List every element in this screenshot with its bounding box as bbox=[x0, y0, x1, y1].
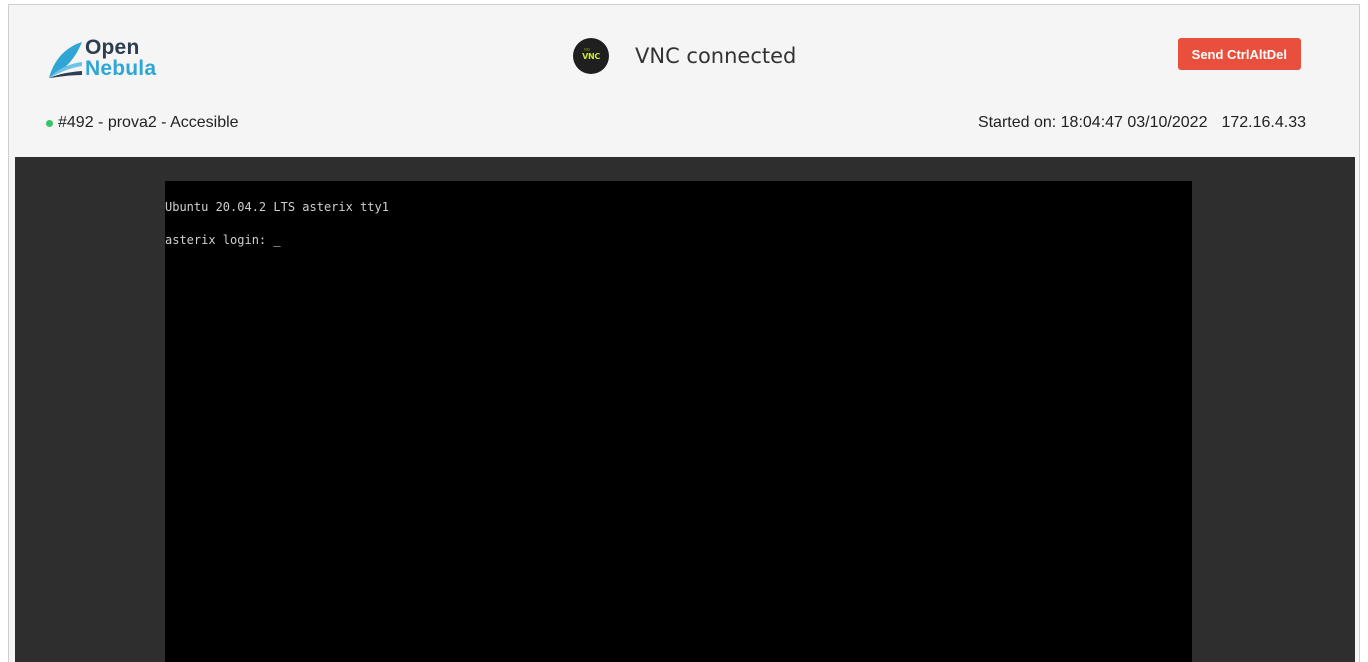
header: Open Nebula no VNC VNC connected Send Ct… bbox=[9, 5, 1359, 157]
vm-ip: 172.16.4.33 bbox=[1221, 114, 1306, 131]
vnc-status: no VNC VNC connected bbox=[573, 37, 796, 75]
terminal-cursor: _ bbox=[273, 233, 281, 247]
opennebula-logo: Open Nebula bbox=[47, 37, 177, 87]
terminal-output: Ubuntu 20.04.2 LTS asterix tty1 asterix l… bbox=[165, 199, 389, 248]
vm-label: #492 - prova2 - Accesible bbox=[58, 114, 239, 131]
opennebula-leaf-icon bbox=[49, 42, 82, 78]
vm-meta: Started on: 18:04:47 03/10/2022 172.16.4.… bbox=[978, 114, 1306, 132]
vm-info: #492 - prova2 - Accesible bbox=[46, 114, 239, 132]
novnc-logo-icon: no VNC bbox=[573, 38, 609, 74]
started-on: Started on: 18:04:47 03/10/2022 bbox=[977, 114, 1208, 131]
vnc-window: Open Nebula no VNC VNC connected Send Ct… bbox=[8, 4, 1360, 662]
terminal-line: Ubuntu 20.04.2 LTS asterix tty1 bbox=[165, 200, 389, 214]
vnc-screen[interactable]: Ubuntu 20.04.2 LTS asterix tty1 asterix l… bbox=[165, 181, 1192, 662]
login-prompt: asterix login: bbox=[165, 233, 274, 247]
vnc-status-text: VNC connected bbox=[635, 44, 797, 68]
status-dot-icon bbox=[46, 119, 53, 127]
logo-text-open: Open bbox=[85, 36, 140, 59]
send-ctrl-alt-del-button[interactable]: Send CtrlAltDel bbox=[1177, 38, 1301, 70]
logo-text-nebula: Nebula bbox=[85, 57, 157, 80]
vnc-viewer: Ubuntu 20.04.2 LTS asterix tty1 asterix l… bbox=[15, 157, 1355, 662]
